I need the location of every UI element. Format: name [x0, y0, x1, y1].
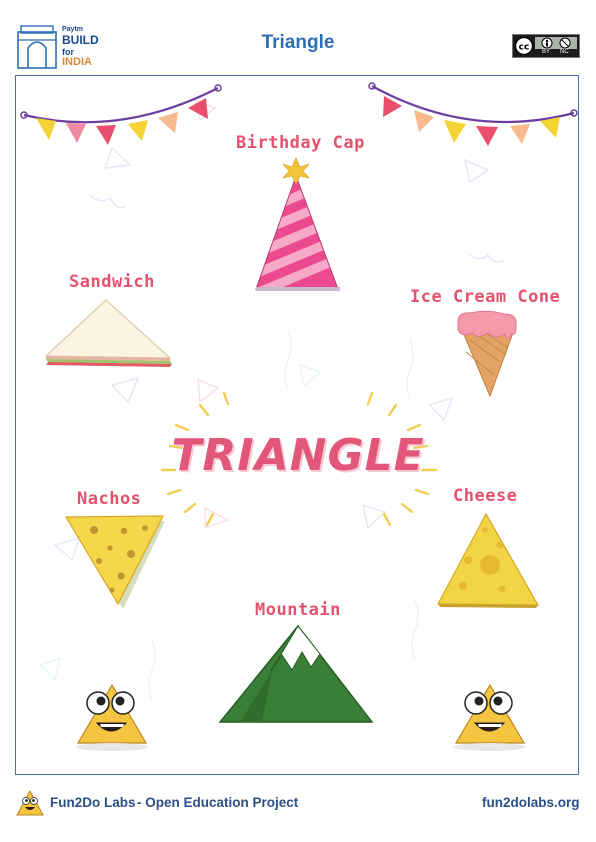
- label-cheese: Cheese: [453, 486, 518, 506]
- label-ice-cream-cone: Ice Cream Cone: [410, 287, 561, 307]
- footer-brand[interactable]: Fun2Do Labs: [50, 795, 136, 810]
- label-mountain: Mountain: [255, 600, 341, 620]
- birthday-cap-illustration: [255, 157, 340, 291]
- nacho-mascot-left: [76, 683, 148, 751]
- mountain-illustration: [218, 624, 374, 723]
- footer-website-link[interactable]: fun2dolabs.org: [482, 795, 580, 810]
- label-birthday-cap: Birthday Cap: [236, 133, 365, 153]
- label-nachos: Nachos: [77, 489, 142, 509]
- bunting-left: [20, 84, 222, 145]
- background-decoration: [38, 98, 507, 724]
- sandwich-illustration: [44, 299, 172, 367]
- nacho-mascot-icon: [16, 789, 44, 816]
- illustration-layer: [20, 82, 578, 751]
- main-heading: TRIANGLE: [171, 430, 425, 481]
- nacho-mascot-right: [454, 683, 526, 751]
- nachos-illustration: [64, 515, 165, 609]
- cheese-illustration: [437, 512, 540, 608]
- bunting-right: [368, 82, 578, 146]
- ice-cream-cone-illustration: [457, 310, 517, 398]
- footer-logo: [16, 789, 44, 817]
- label-sandwich: Sandwich: [69, 272, 155, 292]
- footer-tagline: - Open Education Project: [137, 795, 299, 810]
